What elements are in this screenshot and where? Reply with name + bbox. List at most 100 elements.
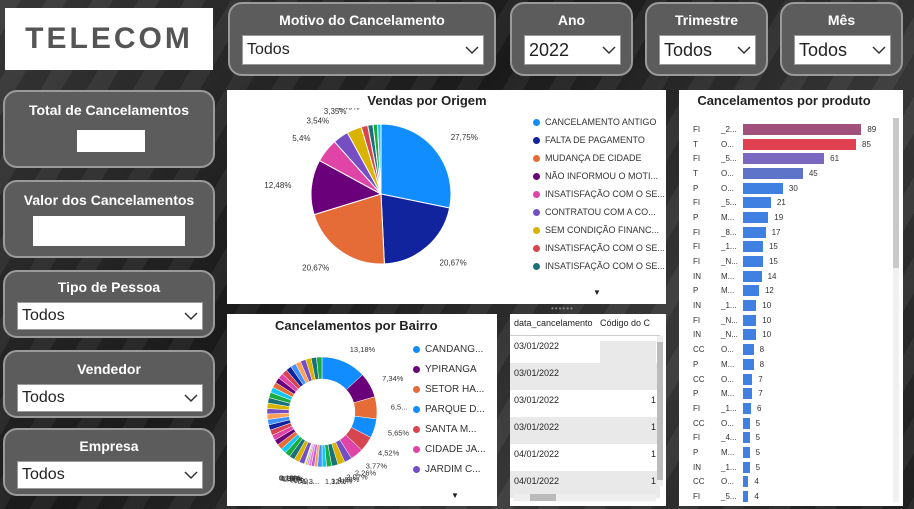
panel-handle-icon[interactable]: •••••• bbox=[551, 304, 574, 313]
bar[interactable] bbox=[743, 138, 857, 150]
bar[interactable] bbox=[743, 344, 754, 356]
table-row[interactable]: 03/01/2022 1 bbox=[510, 417, 660, 444]
bar-row[interactable]: FI _4... 5 bbox=[679, 430, 897, 445]
tipo-pessoa-dropdown[interactable]: Todos bbox=[17, 302, 203, 330]
bar-row[interactable]: P O... 30 bbox=[679, 181, 897, 196]
bar-row[interactable]: P M... 7 bbox=[679, 386, 897, 401]
legend-item[interactable]: SEM CONDIÇÃO FINANC... bbox=[533, 221, 665, 239]
bar[interactable] bbox=[743, 211, 769, 223]
bar-row[interactable]: FI _2... 89 bbox=[679, 122, 897, 137]
bar-name-label: _N... bbox=[721, 257, 738, 267]
table-row[interactable]: 03/01/2022 bbox=[510, 336, 660, 363]
bar[interactable] bbox=[743, 182, 783, 194]
bar[interactable] bbox=[743, 314, 757, 326]
vendedor-dropdown[interactable]: Todos bbox=[17, 384, 203, 412]
bar-row[interactable]: T O... 45 bbox=[679, 166, 897, 181]
bar-row[interactable]: FI _1... 6 bbox=[679, 401, 897, 416]
legend-label: CONTRATOU COM A CO... bbox=[545, 207, 656, 217]
bar-row[interactable]: FI _1... 15 bbox=[679, 240, 897, 255]
legend-item[interactable]: CANCELAMENTO ANTIGO bbox=[533, 113, 665, 131]
ano-dropdown[interactable]: 2022 bbox=[524, 35, 621, 65]
legend-item[interactable]: CANDANG... bbox=[413, 339, 497, 359]
legend-item[interactable]: SETOR HA... bbox=[413, 379, 497, 399]
bar[interactable] bbox=[743, 446, 750, 458]
vertical-scrollbar[interactable] bbox=[657, 336, 663, 486]
trimestre-dropdown[interactable]: Todos bbox=[659, 35, 756, 65]
bar-row[interactable]: P M... 12 bbox=[679, 284, 897, 299]
bar[interactable] bbox=[743, 358, 754, 370]
legend-item[interactable]: SANTA M... bbox=[413, 419, 497, 439]
bairro-panel: Cancelamentos por Bairro 13,18% 7,34% 6,5.… bbox=[227, 314, 497, 506]
bar-row[interactable]: FI _5... 21 bbox=[679, 195, 897, 210]
bar[interactable] bbox=[743, 270, 762, 282]
bar-row[interactable]: CC O... 5 bbox=[679, 416, 897, 431]
bar[interactable] bbox=[743, 197, 771, 209]
bar[interactable] bbox=[743, 329, 757, 341]
bar-category-label: FI bbox=[693, 242, 701, 252]
bar-row[interactable]: P M... 8 bbox=[679, 357, 897, 372]
vendas-origem-panel: Vendas por Origem 27,75% 20,67% 20,67% 12,4… bbox=[227, 90, 666, 304]
bairro-legend-scroll-icon[interactable]: ▼ bbox=[451, 491, 459, 500]
pie-slice[interactable] bbox=[380, 123, 452, 209]
bar-row[interactable]: CC O... 7 bbox=[679, 372, 897, 387]
bar-row[interactable]: T O... 85 bbox=[679, 137, 897, 152]
legend-item[interactable]: FALTA DE PAGAMENTO bbox=[533, 131, 665, 149]
bar-row[interactable]: P M... 5 bbox=[679, 445, 897, 460]
bar-value-label: 5 bbox=[755, 462, 761, 472]
vertical-scroll-thumb[interactable] bbox=[657, 342, 663, 480]
bar-row[interactable]: IN _N... 10 bbox=[679, 328, 897, 343]
bar-row[interactable]: CC O... 8 bbox=[679, 342, 897, 357]
horizontal-scroll-thumb[interactable] bbox=[530, 494, 556, 501]
empresa-dropdown[interactable]: Todos bbox=[17, 461, 203, 489]
bar[interactable] bbox=[743, 461, 750, 473]
bar[interactable] bbox=[743, 285, 759, 297]
legend-item[interactable]: INSATISFAÇÃO COM O SE... bbox=[533, 239, 665, 257]
table-row[interactable]: 03/01/2022 1 bbox=[510, 390, 660, 417]
bar[interactable] bbox=[743, 241, 763, 253]
bar[interactable] bbox=[743, 226, 766, 238]
bar[interactable] bbox=[743, 432, 750, 444]
table-cell: 1 bbox=[650, 395, 656, 405]
bar-row[interactable]: FI _5... 61 bbox=[679, 151, 897, 166]
bar[interactable] bbox=[743, 256, 763, 268]
bar[interactable] bbox=[743, 123, 862, 135]
legend-item[interactable]: CONTRATOU COM A CO... bbox=[533, 203, 665, 221]
legend-item[interactable]: YPIRANGA bbox=[413, 359, 497, 379]
bar[interactable] bbox=[743, 167, 803, 179]
motivo-dropdown[interactable]: Todos bbox=[242, 35, 484, 65]
legend-item[interactable]: INSATISFAÇÃO COM O SE... bbox=[533, 257, 665, 275]
legend-item[interactable]: INSATISFAÇÃO COM O SE... bbox=[533, 185, 665, 203]
bar[interactable] bbox=[743, 402, 751, 414]
horizontal-scrollbar[interactable] bbox=[514, 494, 656, 501]
bar[interactable] bbox=[743, 491, 749, 503]
table-row[interactable]: 04/01/2022 1 bbox=[510, 444, 660, 471]
bar[interactable] bbox=[743, 417, 750, 429]
legend-item[interactable]: NÃO INFORMOU O MOTI... bbox=[533, 167, 665, 185]
bar-row[interactable]: IN _1... 10 bbox=[679, 298, 897, 313]
bar[interactable] bbox=[743, 373, 753, 385]
legend-item[interactable]: MUDANÇA DE CIDADE bbox=[533, 149, 665, 167]
bar-row[interactable]: P M... 19 bbox=[679, 210, 897, 225]
produto-scrollbar[interactable] bbox=[893, 118, 899, 502]
bar-row[interactable]: FI _N... 15 bbox=[679, 254, 897, 269]
column-header[interactable]: data_cancelamento bbox=[510, 318, 600, 335]
legend-item[interactable]: JARDIM C... bbox=[413, 459, 497, 479]
mes-dropdown[interactable]: Todos bbox=[794, 35, 891, 65]
legend-item[interactable]: CIDADE JA... bbox=[413, 439, 497, 459]
produto-scroll-thumb[interactable] bbox=[893, 118, 899, 268]
bar[interactable] bbox=[743, 388, 753, 400]
bar-row[interactable]: IN M... 14 bbox=[679, 269, 897, 284]
bar[interactable] bbox=[743, 300, 757, 312]
bar[interactable] bbox=[743, 153, 825, 165]
bar-row[interactable]: FI _N... 10 bbox=[679, 313, 897, 328]
bar-row[interactable]: FI _8... 17 bbox=[679, 225, 897, 240]
bar-value-label: 12 bbox=[764, 286, 774, 296]
table-row[interactable]: 03/01/2022 bbox=[510, 363, 660, 390]
legend-item[interactable]: PARQUE D... bbox=[413, 399, 497, 419]
bar-row[interactable]: IN _1... 5 bbox=[679, 460, 897, 475]
bar-row[interactable]: FI _5... 4 bbox=[679, 489, 897, 504]
column-header[interactable]: Código do C bbox=[600, 318, 660, 335]
bar[interactable] bbox=[743, 476, 749, 488]
legend-scroll-down-icon[interactable]: ▼ bbox=[593, 288, 601, 297]
bar-row[interactable]: CC O... 4 bbox=[679, 475, 897, 490]
